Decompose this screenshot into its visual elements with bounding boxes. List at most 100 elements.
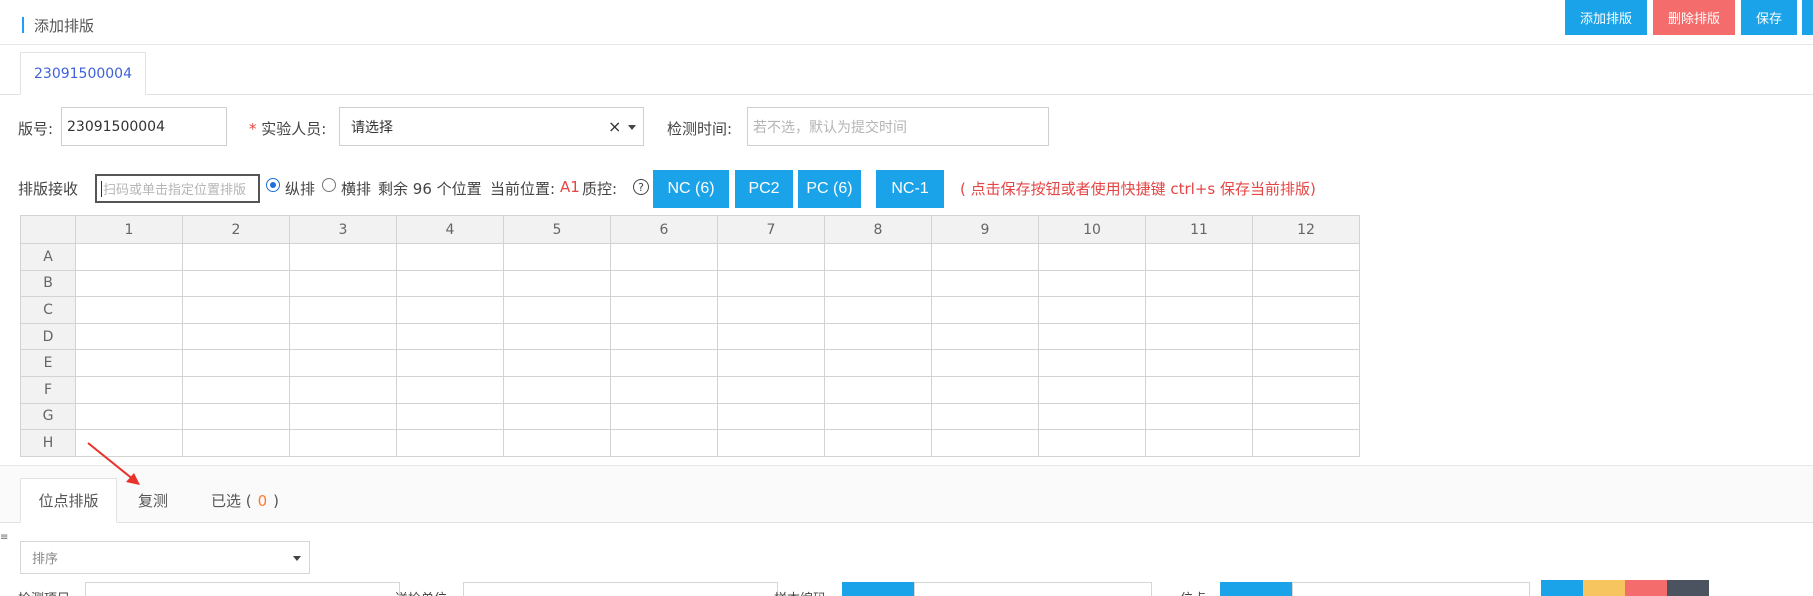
- grid-cell[interactable]: [717, 349, 825, 377]
- grid-cell[interactable]: [396, 375, 504, 404]
- grid-cell[interactable]: [610, 349, 718, 377]
- grid-cell[interactable]: [717, 429, 825, 457]
- grid-cell[interactable]: [1145, 296, 1253, 324]
- filter-site-mode-button[interactable]: [1220, 582, 1292, 596]
- tab-plate[interactable]: 23091500004: [20, 52, 146, 95]
- grid-cell[interactable]: [610, 269, 718, 298]
- grid-cell[interactable]: [1145, 349, 1253, 377]
- grid-cell[interactable]: [182, 322, 290, 351]
- grid-cell[interactable]: [182, 402, 290, 431]
- grid-cell[interactable]: [289, 269, 397, 298]
- grid-cell[interactable]: [1145, 269, 1253, 298]
- filter-site-input[interactable]: [1292, 582, 1530, 596]
- grid-cell[interactable]: [1252, 375, 1360, 404]
- grid-cell[interactable]: [1252, 296, 1360, 324]
- grid-cell[interactable]: [75, 349, 183, 377]
- help-icon[interactable]: ?: [633, 179, 649, 195]
- more-button[interactable]: [1802, 0, 1813, 35]
- grid-cell[interactable]: [1252, 269, 1360, 298]
- reset-button[interactable]: [1625, 580, 1667, 596]
- grid-cell[interactable]: [75, 296, 183, 324]
- clear-icon[interactable]: ×: [608, 117, 621, 136]
- grid-cell[interactable]: [931, 429, 1039, 457]
- qc-nc-button[interactable]: NC (6): [653, 170, 729, 208]
- grid-cell[interactable]: [75, 402, 183, 431]
- grid-cell[interactable]: [931, 269, 1039, 298]
- grid-cell[interactable]: [1038, 349, 1146, 377]
- grid-cell[interactable]: [1252, 243, 1360, 271]
- grid-cell[interactable]: [396, 296, 504, 324]
- grid-cell[interactable]: [396, 243, 504, 271]
- delete-layout-button[interactable]: 删除排版: [1653, 0, 1735, 35]
- grid-cell[interactable]: [824, 322, 932, 351]
- grid-cell[interactable]: [1252, 322, 1360, 351]
- sort-select[interactable]: 排序: [20, 541, 310, 574]
- grid-cell[interactable]: [1145, 322, 1253, 351]
- grid-cell[interactable]: [182, 429, 290, 457]
- grid-cell[interactable]: [396, 322, 504, 351]
- grid-cell[interactable]: [396, 402, 504, 431]
- grid-cell[interactable]: [610, 375, 718, 404]
- grid-cell[interactable]: [610, 322, 718, 351]
- grid-cell[interactable]: [824, 269, 932, 298]
- plate-no-input[interactable]: 23091500004: [61, 107, 227, 146]
- grid-cell[interactable]: [289, 296, 397, 324]
- grid-cell[interactable]: [503, 322, 611, 351]
- tab-selected[interactable]: 已选 ( 0 ): [200, 478, 290, 523]
- grid-cell[interactable]: [717, 269, 825, 298]
- grid-cell[interactable]: [75, 243, 183, 271]
- grid-cell[interactable]: [396, 349, 504, 377]
- grid-cell[interactable]: [824, 429, 932, 457]
- grid-cell[interactable]: [1145, 402, 1253, 431]
- radio-vertical[interactable]: [266, 178, 280, 192]
- grid-cell[interactable]: [931, 322, 1039, 351]
- grid-cell[interactable]: [396, 269, 504, 298]
- grid-cell[interactable]: [610, 402, 718, 431]
- grid-cell[interactable]: [1038, 322, 1146, 351]
- filter-unit-select[interactable]: [463, 582, 778, 596]
- filter-sample-input[interactable]: [914, 582, 1152, 596]
- grid-cell[interactable]: [182, 375, 290, 404]
- qc-pc2-button[interactable]: PC2: [735, 170, 793, 208]
- grid-cell[interactable]: [503, 243, 611, 271]
- grid-cell[interactable]: [503, 429, 611, 457]
- grid-cell[interactable]: [75, 269, 183, 298]
- add-layout-button[interactable]: 添加排版: [1565, 0, 1647, 35]
- grid-cell[interactable]: [824, 402, 932, 431]
- grid-cell[interactable]: [1145, 375, 1253, 404]
- grid-cell[interactable]: [1038, 375, 1146, 404]
- grid-cell[interactable]: [610, 296, 718, 324]
- grid-cell[interactable]: [503, 349, 611, 377]
- grid-cell[interactable]: [1145, 429, 1253, 457]
- scan-input[interactable]: 扫码或单击指定位置排版: [95, 174, 260, 203]
- grid-cell[interactable]: [717, 243, 825, 271]
- search-button[interactable]: [1541, 580, 1583, 596]
- grid-cell[interactable]: [1038, 296, 1146, 324]
- tester-select[interactable]: 请选择 ×: [339, 107, 644, 146]
- grid-cell[interactable]: [1038, 269, 1146, 298]
- grid-cell[interactable]: [503, 402, 611, 431]
- side-handle-icon[interactable]: ≡: [0, 532, 8, 546]
- edit-button[interactable]: [1583, 580, 1625, 596]
- grid-cell[interactable]: [717, 375, 825, 404]
- filter-project-select[interactable]: [85, 582, 400, 596]
- test-time-input[interactable]: 若不选，默认为提交时间: [747, 107, 1049, 146]
- grid-cell[interactable]: [182, 296, 290, 324]
- grid-cell[interactable]: [931, 296, 1039, 324]
- grid-cell[interactable]: [396, 429, 504, 457]
- grid-cell[interactable]: [503, 296, 611, 324]
- grid-cell[interactable]: [931, 349, 1039, 377]
- grid-cell[interactable]: [717, 296, 825, 324]
- radio-horizontal[interactable]: [322, 178, 336, 192]
- grid-cell[interactable]: [182, 349, 290, 377]
- grid-cell[interactable]: [610, 243, 718, 271]
- grid-cell[interactable]: [289, 402, 397, 431]
- grid-cell[interactable]: [824, 243, 932, 271]
- grid-cell[interactable]: [182, 243, 290, 271]
- grid-cell[interactable]: [931, 243, 1039, 271]
- grid-cell[interactable]: [1038, 429, 1146, 457]
- grid-cell[interactable]: [824, 296, 932, 324]
- grid-cell[interactable]: [75, 322, 183, 351]
- grid-cell[interactable]: [824, 375, 932, 404]
- grid-cell[interactable]: [289, 322, 397, 351]
